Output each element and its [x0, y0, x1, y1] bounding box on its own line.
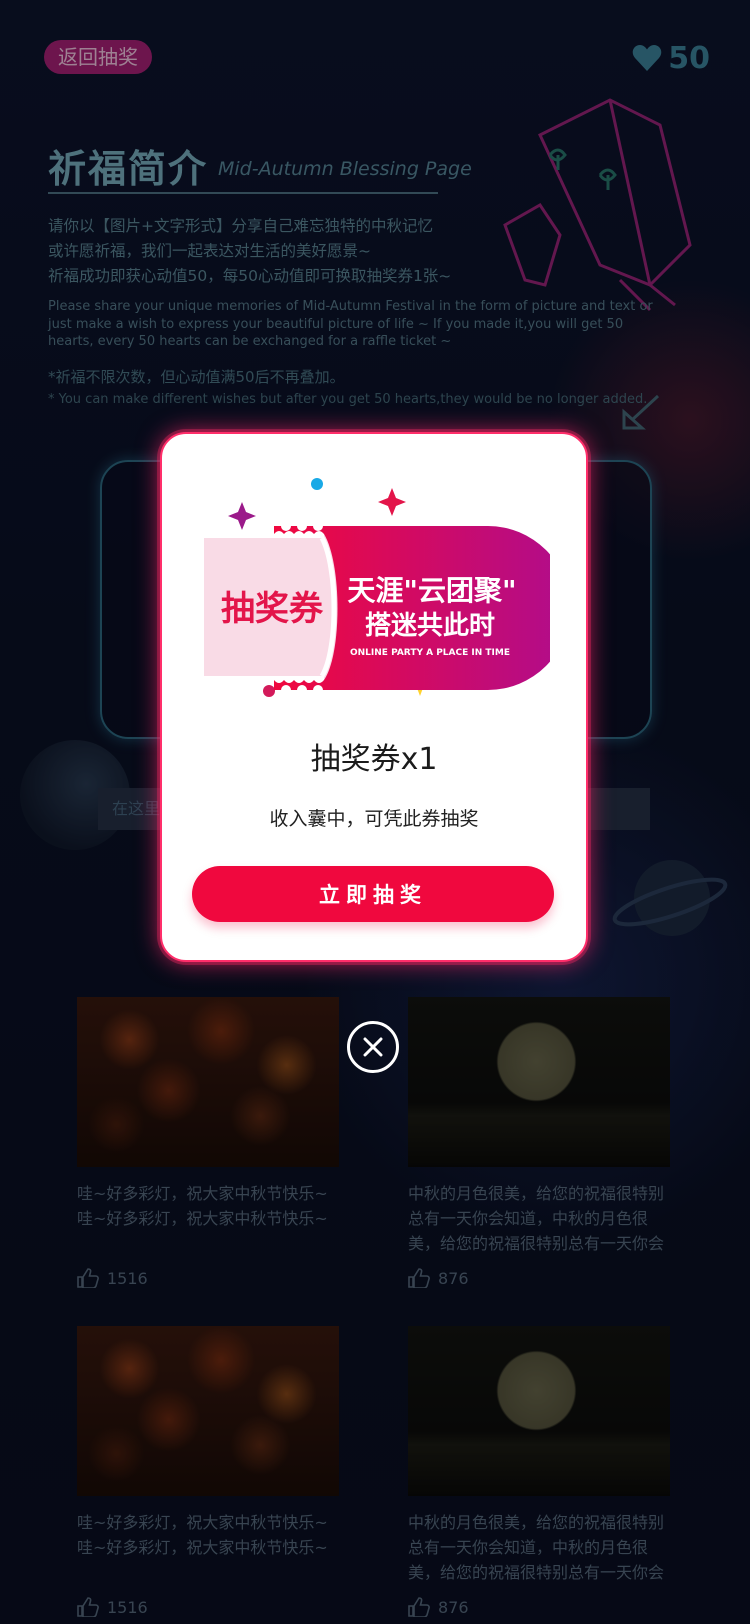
reward-title: 抽奖券x1 [310, 742, 438, 777]
close-modal-button[interactable] [347, 1021, 399, 1073]
ticket-label: 抽奖券 [221, 589, 324, 629]
draw-now-button[interactable]: 立即抽奖 [192, 866, 554, 922]
brand-english: ONLINE PARTY A PLACE IN TIME [350, 648, 510, 658]
lottery-ticket-illustration: 抽奖券 天涯"云团聚" 搭迷共此时 ONLINE PARTY A PLACE I… [204, 478, 550, 697]
ticket-reward-modal: 抽奖券 天涯"云团聚" 搭迷共此时 ONLINE PARTY A PLACE I… [160, 432, 588, 962]
brand-line-2: 搭迷共此时 [365, 611, 495, 641]
close-icon [363, 1037, 383, 1057]
reward-description: 收入囊中，可凭此券抽奖 [269, 808, 479, 830]
brand-line-1: 天涯"云团聚" [347, 574, 516, 607]
